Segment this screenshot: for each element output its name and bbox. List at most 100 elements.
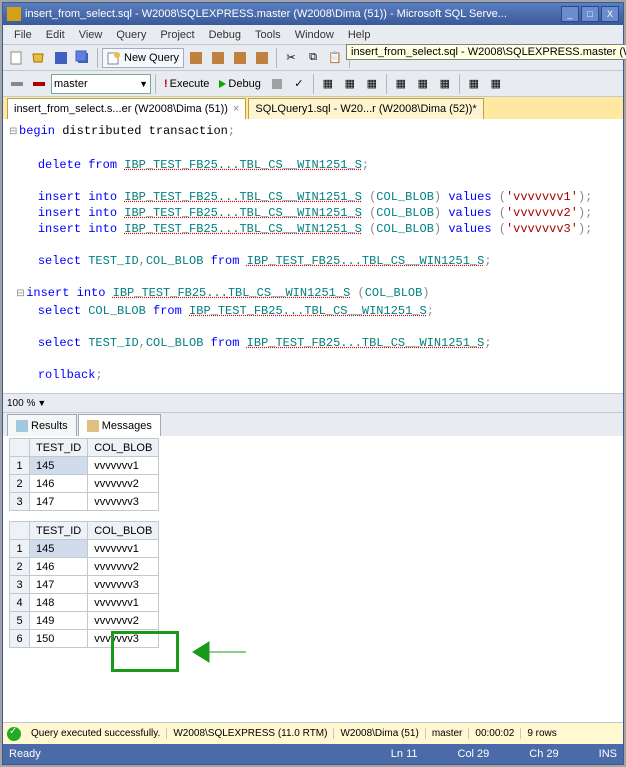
row-header[interactable]: 2 — [10, 475, 30, 493]
tool-icon-1[interactable] — [186, 48, 206, 68]
result-grid-2[interactable]: TEST_IDCOL_BLOB 1145vvvvvvv1 2146vvvvvvv… — [9, 521, 159, 648]
menu-query[interactable]: Query — [109, 29, 153, 41]
success-icon — [7, 727, 21, 741]
cell[interactable]: vvvvvvv1 — [88, 594, 159, 612]
menubar: File Edit View Query Project Debug Tools… — [3, 25, 623, 45]
col-header[interactable]: COL_BLOB — [88, 522, 159, 540]
annotation-arrow-icon — [191, 634, 251, 670]
menu-help[interactable]: Help — [341, 29, 378, 41]
sql-editor[interactable]: ⊟begin distributed transaction; delete f… — [3, 119, 623, 394]
cell[interactable]: vvvvvvv2 — [88, 558, 159, 576]
tab-2[interactable]: SQLQuery1.sql - W20...r (W2008\Dima (52)… — [248, 98, 483, 119]
minimize-button[interactable]: _ — [561, 6, 579, 22]
cell[interactable]: vvvvvvv3 — [88, 630, 159, 648]
result-tabs: Results Messages — [3, 412, 623, 436]
result-grid-1[interactable]: TEST_IDCOL_BLOB 1145vvvvvvv1 2146vvvvvvv… — [9, 438, 159, 511]
row-header[interactable]: 2 — [10, 558, 30, 576]
query-statusbar: Query executed successfully. W2008\SQLEX… — [3, 722, 623, 744]
close-button[interactable]: X — [601, 6, 619, 22]
cell[interactable]: vvvvvvv3 — [88, 493, 159, 511]
toolbar-query: master ▼ ! Execute Debug ✓ ▦ ▦ ▦ ▦ ▦ ▦ ▦… — [3, 71, 623, 97]
tool-b1[interactable]: ▦ — [318, 74, 338, 94]
tool-b6[interactable]: ▦ — [435, 74, 455, 94]
database-label: master — [54, 78, 88, 90]
cell[interactable]: 146 — [30, 558, 88, 576]
cell[interactable]: vvvvvvv1 — [88, 540, 159, 558]
tool-icon-2[interactable] — [208, 48, 228, 68]
row-header[interactable]: 1 — [10, 457, 30, 475]
window-title: insert_from_select.sql - W2008\SQLEXPRES… — [25, 8, 559, 20]
tool-b5[interactable]: ▦ — [413, 74, 433, 94]
cell[interactable]: 147 — [30, 493, 88, 511]
editor-tabs: insert_from_select.s...er (W2008\Dima (5… — [3, 97, 623, 119]
cell[interactable]: vvvvvvv3 — [88, 576, 159, 594]
cell[interactable]: vvvvvvv2 — [88, 475, 159, 493]
cell[interactable]: 145 — [30, 540, 88, 558]
copy-icon[interactable]: ⧉ — [303, 48, 323, 68]
row-header[interactable]: 5 — [10, 612, 30, 630]
menu-edit[interactable]: Edit — [39, 29, 72, 41]
open-icon[interactable] — [29, 48, 49, 68]
menu-file[interactable]: File — [7, 29, 39, 41]
tool-b2[interactable]: ▦ — [340, 74, 360, 94]
close-icon[interactable]: × — [233, 103, 239, 115]
col-header[interactable]: TEST_ID — [30, 522, 88, 540]
parse-icon[interactable]: ✓ — [289, 74, 309, 94]
row-header[interactable]: 1 — [10, 540, 30, 558]
menu-tools[interactable]: Tools — [248, 29, 288, 41]
row-header[interactable]: 4 — [10, 594, 30, 612]
cell[interactable]: 146 — [30, 475, 88, 493]
app-icon — [7, 7, 21, 21]
window-tooltip: insert_from_select.sql - W2008\SQLEXPRES… — [346, 44, 626, 60]
debug-button[interactable]: Debug — [215, 74, 264, 94]
paste-icon[interactable]: 📋 — [325, 48, 345, 68]
cell[interactable]: 147 — [30, 576, 88, 594]
status-server: W2008\SQLEXPRESS (11.0 RTM) — [167, 728, 334, 739]
tool-b7[interactable]: ▦ — [464, 74, 484, 94]
col-header[interactable]: COL_BLOB — [88, 439, 159, 457]
status-col: Col 29 — [458, 748, 490, 760]
chevron-down-icon[interactable]: ▼ — [37, 398, 46, 408]
zoom-label[interactable]: 100 % — [7, 398, 35, 409]
newquery-button[interactable]: New Query — [102, 48, 184, 68]
cut-icon[interactable]: ✂ — [281, 48, 301, 68]
cell[interactable]: 148 — [30, 594, 88, 612]
maximize-button[interactable]: □ — [581, 6, 599, 22]
new-project-icon[interactable] — [7, 48, 27, 68]
cell[interactable]: vvvvvvv2 — [88, 612, 159, 630]
cell[interactable]: 149 — [30, 612, 88, 630]
row-header[interactable]: 3 — [10, 576, 30, 594]
tab-results[interactable]: Results — [7, 414, 77, 436]
col-header[interactable]: TEST_ID — [30, 439, 88, 457]
menu-debug[interactable]: Debug — [202, 29, 248, 41]
titlebar: insert_from_select.sql - W2008\SQLEXPRES… — [3, 3, 623, 25]
tab-1[interactable]: insert_from_select.s...er (W2008\Dima (5… — [7, 98, 246, 119]
save-icon[interactable] — [51, 48, 71, 68]
tab-2-label: SQLQuery1.sql - W20...r (W2008\Dima (52)… — [255, 103, 476, 115]
stop-icon[interactable] — [267, 74, 287, 94]
row-header[interactable]: 6 — [10, 630, 30, 648]
tab-messages[interactable]: Messages — [78, 414, 161, 436]
status-ready: Ready — [9, 748, 41, 760]
menu-project[interactable]: Project — [153, 29, 201, 41]
cell[interactable]: vvvvvvv1 — [88, 457, 159, 475]
tool-b8[interactable]: ▦ — [486, 74, 506, 94]
saveall-icon[interactable] — [73, 48, 93, 68]
status-rows: 9 rows — [521, 728, 562, 739]
status-line: Ln 11 — [391, 748, 418, 760]
tool-b4[interactable]: ▦ — [391, 74, 411, 94]
cell[interactable]: 150 — [30, 630, 88, 648]
menu-view[interactable]: View — [72, 29, 110, 41]
cell[interactable]: 145 — [30, 457, 88, 475]
tool-icon-3[interactable] — [230, 48, 250, 68]
tool-b3[interactable]: ▦ — [362, 74, 382, 94]
connect-icon[interactable] — [7, 74, 27, 94]
row-header[interactable]: 3 — [10, 493, 30, 511]
menu-window[interactable]: Window — [288, 29, 341, 41]
change-conn-icon[interactable] — [29, 74, 49, 94]
database-combo[interactable]: master ▼ — [51, 74, 151, 94]
newquery-label: New Query — [124, 52, 179, 64]
execute-button[interactable]: ! Execute — [160, 74, 213, 94]
tool-icon-4[interactable] — [252, 48, 272, 68]
results-icon — [16, 420, 28, 432]
